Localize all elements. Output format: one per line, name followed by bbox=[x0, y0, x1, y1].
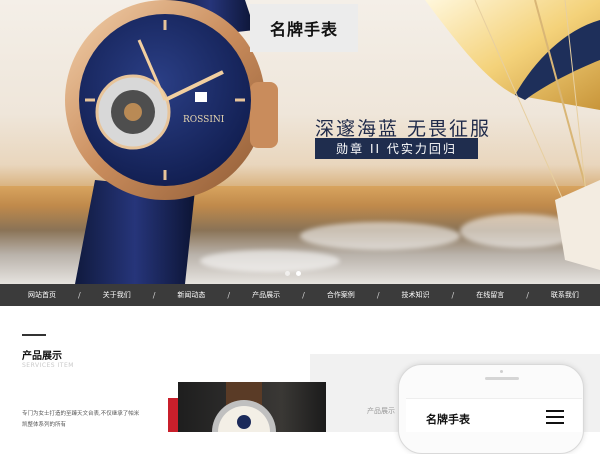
nav-separator: / bbox=[451, 290, 455, 300]
phone-speaker bbox=[485, 377, 519, 380]
carousel-dot-active[interactable] bbox=[296, 271, 301, 276]
hero-tagline: 勋章 II 代实力回归 bbox=[315, 138, 478, 159]
nav-item-products[interactable]: 产品展示 bbox=[252, 290, 280, 300]
main-nav: 网站首页 / 关于我们 / 新闻动态 / 产品展示 / 合作案例 / 技术知识 … bbox=[0, 284, 600, 306]
nav-separator: / bbox=[376, 290, 380, 300]
nav-item-news[interactable]: 新闻动态 bbox=[177, 290, 205, 300]
section-subtitle: SERVICES ITEM bbox=[22, 362, 74, 369]
nav-separator: / bbox=[227, 290, 231, 300]
phone-site-title: 名牌手表 bbox=[426, 413, 470, 426]
crown-guard bbox=[250, 82, 278, 148]
product-watch-image[interactable] bbox=[178, 382, 326, 432]
product-panel-label: 产品展示 bbox=[367, 407, 395, 415]
product-watch-graphic bbox=[212, 382, 276, 432]
nav-item-contact[interactable]: 联系我们 bbox=[551, 290, 579, 300]
hamburger-menu-icon[interactable] bbox=[546, 410, 564, 424]
brand-logo-text: 名牌手表 bbox=[269, 20, 338, 39]
nav-item-about[interactable]: 关于我们 bbox=[103, 290, 131, 300]
section-title: 产品展示 bbox=[22, 351, 62, 362]
phone-camera bbox=[500, 370, 503, 373]
nav-separator: / bbox=[526, 290, 529, 300]
brand-logo-mark bbox=[195, 92, 207, 102]
moonphase-subdial bbox=[237, 415, 251, 429]
hero-banner[interactable]: ROSSINI 名牌手表 深邃海蓝 无畏征服 勋章 II 代实力回归 bbox=[0, 0, 600, 284]
nav-separator: / bbox=[302, 290, 305, 300]
carousel-dot[interactable] bbox=[285, 271, 290, 276]
nav-item-message[interactable]: 在线留言 bbox=[476, 290, 504, 300]
nav-item-cases[interactable]: 合作案例 bbox=[327, 290, 355, 300]
nav-separator: / bbox=[78, 290, 81, 300]
hull-shape bbox=[555, 180, 600, 270]
skeleton-gear bbox=[124, 103, 142, 121]
hero-slogan: 深邃海蓝 无畏征服 bbox=[315, 118, 492, 140]
nav-item-home[interactable]: 网站首页 bbox=[28, 290, 56, 300]
accent-strip bbox=[168, 398, 178, 432]
nav-separator: / bbox=[152, 290, 156, 300]
carousel-dots bbox=[285, 271, 301, 276]
section-title-rule bbox=[22, 334, 46, 336]
section-description: 专门为女士打造的至臻天文台表,不仅继承了帕米凯整体系列的所有 bbox=[22, 411, 140, 428]
brand-logo-box[interactable]: 名牌手表 bbox=[250, 4, 358, 52]
nav-item-knowledge[interactable]: 技术知识 bbox=[402, 290, 430, 300]
watch-brand-text: ROSSINI bbox=[183, 115, 225, 125]
